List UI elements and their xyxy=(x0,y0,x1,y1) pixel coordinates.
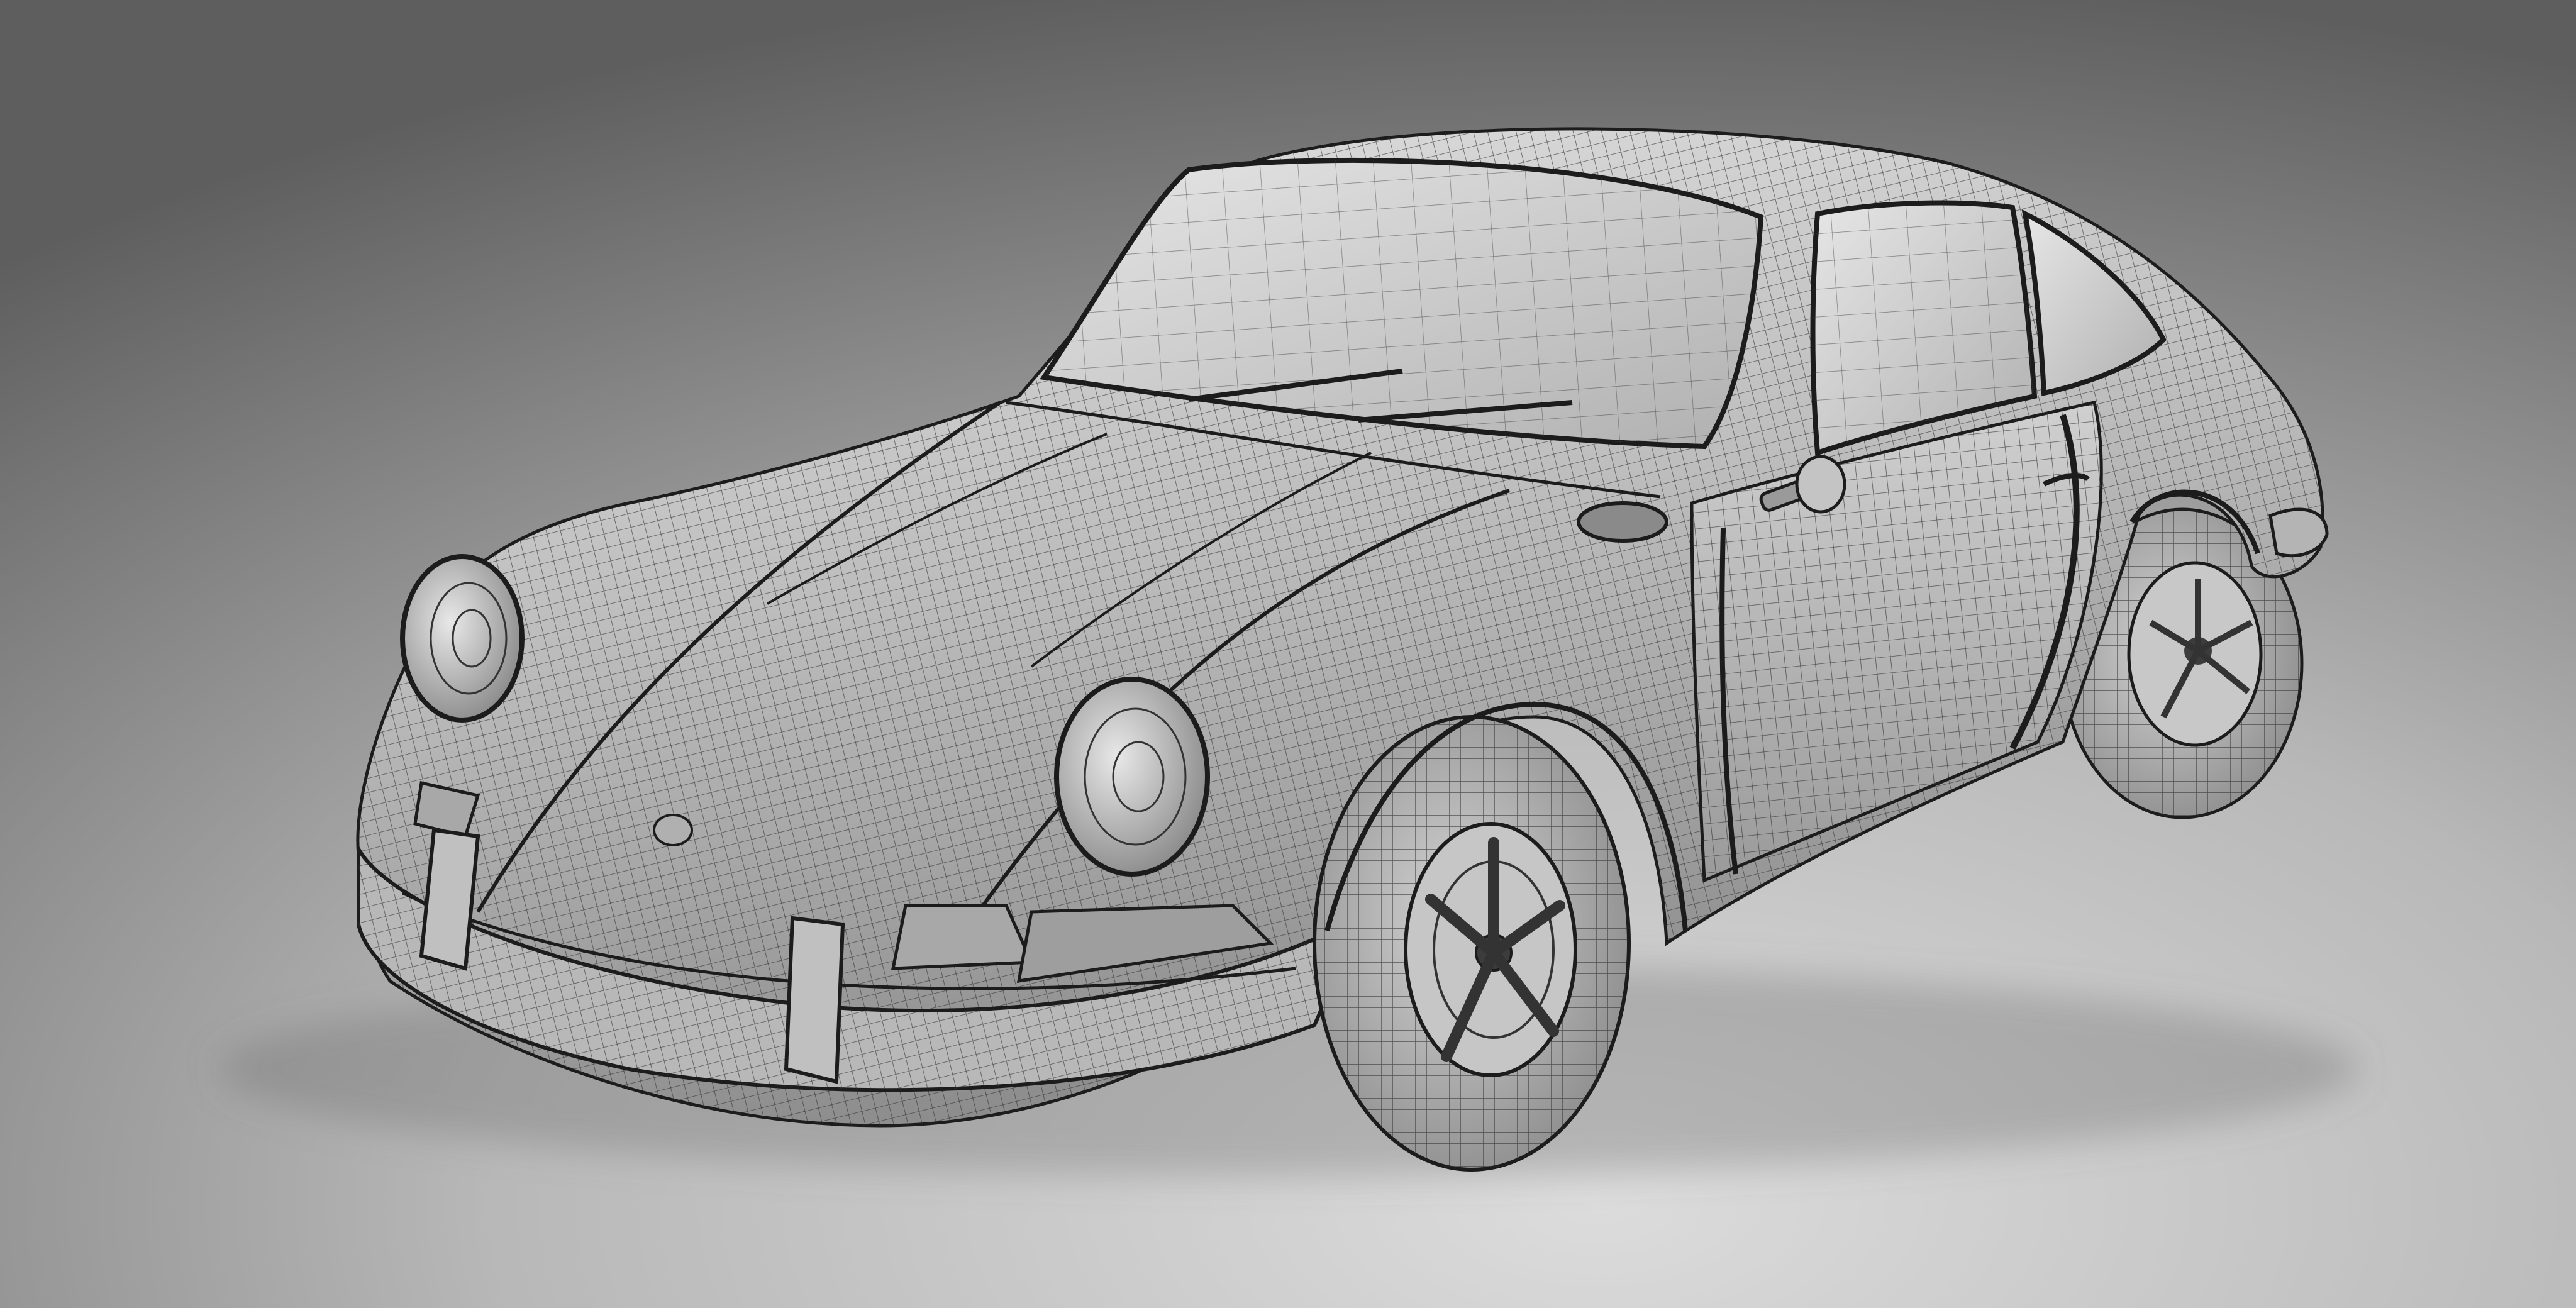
front-wheel xyxy=(1313,715,1631,1172)
turn-signal-right xyxy=(891,904,1034,970)
bumper-guard-right xyxy=(784,916,845,1084)
headlamp-left xyxy=(400,554,525,723)
render-viewport xyxy=(0,0,2576,1308)
hood-badge xyxy=(653,814,693,846)
headlamp-right xyxy=(1054,677,1210,877)
fuel-filler xyxy=(1577,501,1668,543)
car-render xyxy=(0,0,2576,1308)
rear-bumper xyxy=(2268,507,2329,558)
